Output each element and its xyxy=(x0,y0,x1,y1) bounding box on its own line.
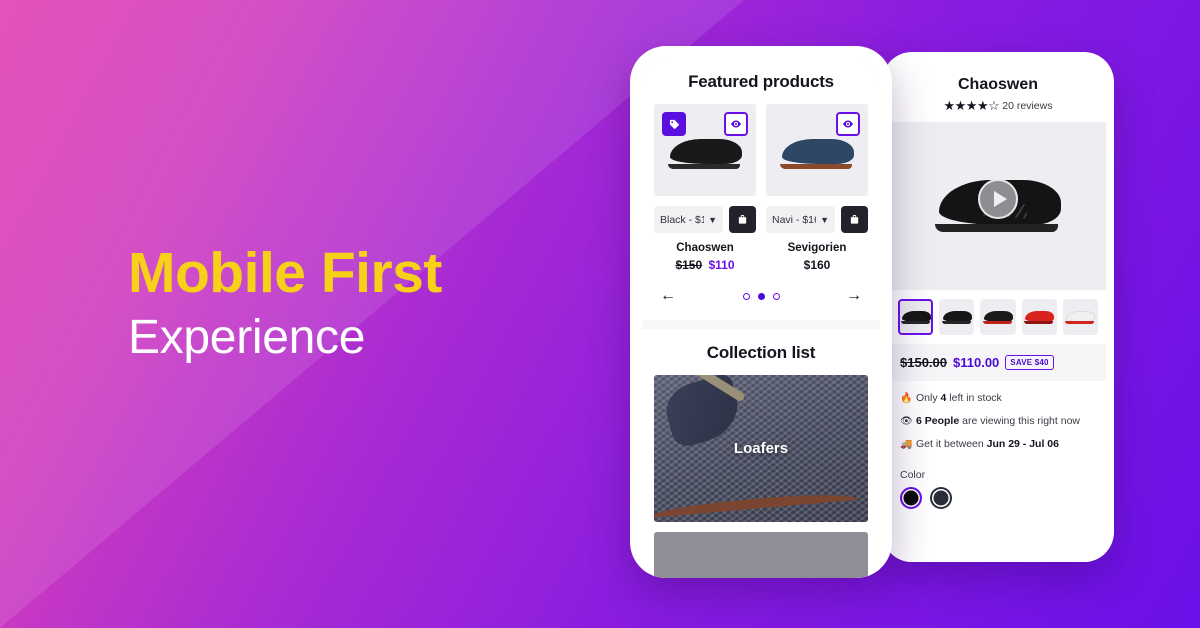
save-badge: SAVE $40 xyxy=(1005,355,1054,370)
delivery-pre: Get it between xyxy=(916,438,987,450)
product-sale-price: $110 xyxy=(708,258,735,272)
product-original-price: $150 xyxy=(675,258,703,272)
thumbnail-1[interactable] xyxy=(898,299,934,335)
hero-headline: Mobile First Experience xyxy=(128,245,598,362)
product-header: Chaoswen ★★★★☆ 20 reviews xyxy=(890,60,1106,122)
eye-icon: 👁 xyxy=(900,415,913,427)
color-swatch-dark-slate[interactable] xyxy=(930,487,952,509)
sale-price: $110.00 xyxy=(953,355,1000,370)
home-screen: Featured products Black - $1 ▼ Chaoswen … xyxy=(642,58,880,578)
carousel-dots xyxy=(742,292,780,300)
eye-icon[interactable] xyxy=(836,112,860,136)
product-card-controls: Black - $1 ▼ xyxy=(654,206,756,233)
phone-mockup-product-detail: Chaoswen ★★★★☆ 20 reviews $150.00 $110.0… xyxy=(882,52,1114,562)
product-price-row: $150.00 $110.00 SAVE $40 xyxy=(890,344,1106,381)
viewers-info-row: 👁 6 People are viewing this right now xyxy=(900,415,1096,427)
collection-list-title: Collection list xyxy=(706,343,816,362)
thumbnail-2[interactable] xyxy=(939,299,975,335)
product-rating: ★★★★☆ 20 reviews xyxy=(900,99,1096,112)
variant-select[interactable]: Navi - $16 ▼ xyxy=(766,206,835,233)
add-to-cart-button[interactable] xyxy=(841,206,868,233)
variant-select[interactable]: Black - $1 ▼ xyxy=(654,206,723,233)
product-title: Chaoswen xyxy=(957,76,1038,93)
product-card-sevigorien[interactable]: Navi - $16 ▼ Sevigorien $160 xyxy=(766,104,868,272)
chevron-down-icon: ▼ xyxy=(820,214,829,225)
carousel-dot-2[interactable] xyxy=(757,292,765,300)
thumbnail-4[interactable] xyxy=(1021,299,1057,335)
chevron-down-icon: ▼ xyxy=(708,214,717,225)
carousel-dot-1[interactable] xyxy=(742,292,750,300)
variant-select-value: Navi - $16 xyxy=(772,213,817,226)
product-price: $160 xyxy=(766,258,868,272)
product-name: Chaoswen xyxy=(676,242,734,254)
collection-list-section: Collection list Loafers xyxy=(642,329,880,578)
delivery-dates: Jun 29 - Jul 06 xyxy=(986,438,1059,450)
product-card-controls: Navi - $16 ▼ xyxy=(766,206,868,233)
eye-icon[interactable] xyxy=(724,112,748,136)
product-image-black-loafer xyxy=(668,139,742,169)
carousel-prev-arrow-icon[interactable]: ← xyxy=(660,288,676,304)
viewers-post: are viewing this right now xyxy=(959,415,1080,427)
color-option-label: Color xyxy=(900,469,926,481)
delivery-info-row: 🚚 Get it between Jun 29 - Jul 06 xyxy=(900,438,1096,450)
reviews-count: 20 reviews xyxy=(1002,99,1053,112)
product-card-image[interactable] xyxy=(766,104,868,196)
collection-card-loafers[interactable]: Loafers xyxy=(654,375,868,522)
product-price: $150 $110 xyxy=(654,258,756,272)
thumbnail-3[interactable] xyxy=(980,299,1016,335)
product-info-list: 🔥 Only 4 left in stock 👁 6 People are vi… xyxy=(890,381,1106,469)
color-swatch-group xyxy=(890,487,1106,509)
headline-line-1: Mobile First xyxy=(128,241,442,305)
product-hero-image[interactable] xyxy=(890,122,1106,290)
product-thumbnail-strip xyxy=(890,290,1106,344)
thumbnail-5[interactable] xyxy=(1062,299,1099,335)
headline-line-2: Experience xyxy=(128,311,366,364)
collection-card-placeholder[interactable] xyxy=(654,532,868,578)
star-rating-icon: ★★★★☆ xyxy=(943,98,1000,113)
product-detail-screen: Chaoswen ★★★★☆ 20 reviews $150.00 $110.0… xyxy=(890,60,1106,562)
product-sale-price: $160 xyxy=(803,258,831,272)
carousel-navigation: ← → xyxy=(642,272,880,320)
add-to-cart-button[interactable] xyxy=(729,206,756,233)
collection-card-label: Loafers xyxy=(733,440,789,457)
stock-pre: Only xyxy=(916,392,941,404)
tag-icon[interactable] xyxy=(662,112,686,136)
featured-products-title: Featured products xyxy=(688,72,834,91)
phone-mockup-home: Featured products Black - $1 ▼ Chaoswen … xyxy=(630,46,892,578)
truck-icon: 🚚 xyxy=(900,438,913,450)
fire-icon: 🔥 xyxy=(900,392,913,404)
viewers-count: 6 People xyxy=(916,415,960,427)
carousel-next-arrow-icon[interactable]: → xyxy=(846,288,862,304)
featured-products-grid: Black - $1 ▼ Chaoswen $150 $110 Navi - $… xyxy=(642,104,880,272)
stock-post: left in stock xyxy=(946,392,1002,404)
product-name: Sevigorien xyxy=(787,242,847,254)
play-icon[interactable] xyxy=(978,179,1018,220)
variant-select-value: Black - $1 xyxy=(660,213,705,226)
featured-products-section: Featured products Black - $1 ▼ Chaoswen … xyxy=(642,58,880,320)
product-card-chaoswen[interactable]: Black - $1 ▼ Chaoswen $150 $110 xyxy=(654,104,756,272)
product-card-image[interactable] xyxy=(654,104,756,196)
stock-info-row: 🔥 Only 4 left in stock xyxy=(900,392,1096,404)
carousel-dot-3[interactable] xyxy=(772,292,780,300)
original-price: $150.00 xyxy=(900,355,947,370)
color-swatch-black[interactable] xyxy=(900,487,922,509)
product-image-navy-loafer xyxy=(780,139,854,169)
